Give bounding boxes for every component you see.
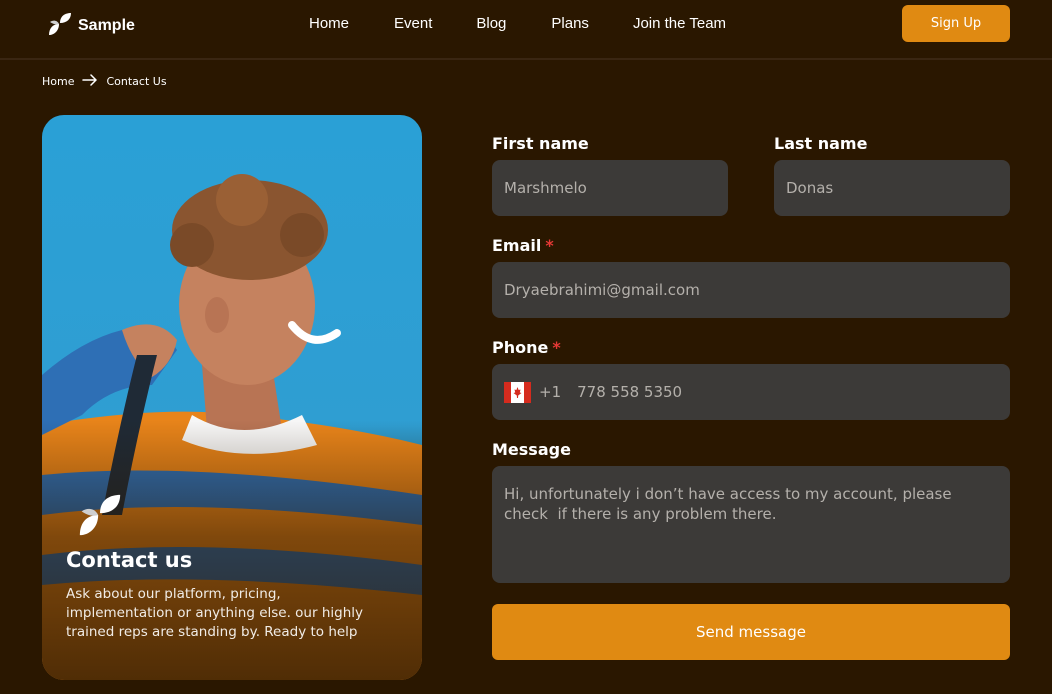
message-label: Message: [492, 440, 571, 459]
brand-name: Sample: [78, 17, 135, 34]
breadcrumb-current: Contact Us: [106, 75, 167, 88]
required-asterisk: *: [552, 338, 561, 357]
email-label-group: Email *: [492, 236, 554, 255]
leaf-logo-icon: [48, 12, 72, 40]
nav-join-the-team[interactable]: Join the Team: [633, 15, 726, 32]
card-title: Contact us: [66, 548, 193, 572]
leaf-logo-icon: [78, 493, 122, 541]
card-description: Ask about our platform, pricing, impleme…: [66, 586, 363, 640]
breadcrumb-home[interactable]: Home: [42, 75, 74, 88]
nav-blog[interactable]: Blog: [476, 15, 506, 32]
canada-flag-icon[interactable]: [504, 381, 531, 403]
last-name-field[interactable]: [774, 160, 1010, 216]
sign-up-button[interactable]: Sign Up: [902, 5, 1010, 42]
last-name-label: Last name: [774, 134, 868, 153]
send-message-button[interactable]: Send message: [492, 604, 1010, 660]
message-field[interactable]: Hi, unfortunately i don’t have access to…: [492, 466, 1010, 583]
country-code[interactable]: +1: [539, 383, 561, 401]
top-navbar: Sample Home Event Blog Plans Join the Te…: [0, 0, 1052, 60]
nav-event[interactable]: Event: [394, 15, 432, 32]
arrow-right-icon: [82, 74, 98, 89]
phone-field: +1: [492, 364, 1010, 420]
phone-label: Phone: [492, 338, 549, 357]
required-asterisk: *: [545, 236, 554, 255]
breadcrumb: Home Contact Us: [42, 74, 167, 89]
phone-label-group: Phone *: [492, 338, 561, 357]
main-nav: Home Event Blog Plans Join the Team: [309, 15, 726, 32]
nav-home[interactable]: Home: [309, 15, 349, 32]
brand-logo[interactable]: Sample: [48, 12, 135, 40]
nav-plans[interactable]: Plans: [551, 15, 589, 32]
first-name-field[interactable]: [492, 160, 728, 216]
phone-input[interactable]: [577, 383, 978, 401]
email-field[interactable]: [492, 262, 1010, 318]
first-name-label: First name: [492, 134, 589, 153]
contact-hero-card: Contact us Ask about our platform, prici…: [42, 115, 422, 680]
email-label: Email: [492, 236, 542, 255]
